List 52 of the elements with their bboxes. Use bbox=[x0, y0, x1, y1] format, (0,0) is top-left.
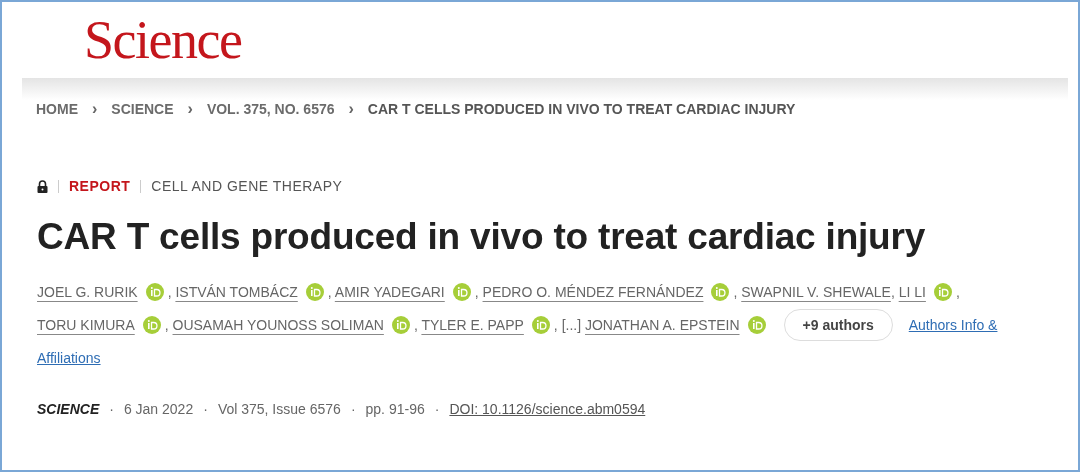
authors-info-link[interactable]: Authors Info & bbox=[908, 317, 998, 333]
comma: , bbox=[167, 284, 173, 300]
comma: , bbox=[164, 317, 170, 333]
article-section[interactable]: CELL AND GENE THERAPY bbox=[151, 178, 343, 194]
article-title: CAR T cells produced in vivo to treat cardiac injury bbox=[37, 216, 927, 258]
meta-text: Vol 375, Issue 6576 bbox=[217, 401, 341, 417]
meta-text: 6 Jan 2022 bbox=[123, 401, 194, 417]
author-link[interactable]: PEDRO O. MÉNDEZ FERNÁNDEZ bbox=[482, 284, 704, 300]
ellipsis-text: [...] bbox=[561, 317, 583, 333]
orcid-icon[interactable] bbox=[531, 316, 550, 334]
comma: , bbox=[474, 284, 480, 300]
author-link[interactable]: LI LI bbox=[898, 284, 926, 300]
authors-info-link[interactable]: Affiliations bbox=[37, 350, 101, 366]
author-link[interactable]: AMIR YADEGARI bbox=[334, 284, 445, 300]
chevron-icon: › bbox=[187, 100, 193, 118]
chevron-icon: › bbox=[92, 100, 98, 118]
separator-dot: · bbox=[434, 401, 440, 417]
orcid-icon[interactable] bbox=[391, 316, 410, 334]
separator-dot: · bbox=[350, 401, 356, 417]
comma: , bbox=[553, 317, 559, 333]
orcid-icon[interactable] bbox=[711, 283, 730, 301]
author-link[interactable]: JOEL G. RURIK bbox=[37, 284, 138, 300]
separator-dot: · bbox=[203, 401, 208, 417]
orcid-icon[interactable] bbox=[452, 283, 471, 301]
comma: , bbox=[413, 317, 419, 333]
breadcrumb-link[interactable]: SCIENCE bbox=[111, 101, 174, 117]
doi-link[interactable]: DOI: 10.1126/science.abm0594 bbox=[449, 401, 646, 417]
logo[interactable]: Science bbox=[84, 13, 242, 67]
breadcrumb-link[interactable]: VOL. 375, NO. 6576 bbox=[206, 101, 335, 117]
orcid-icon[interactable] bbox=[142, 316, 161, 334]
orcid-icon[interactable] bbox=[305, 283, 324, 301]
author-link[interactable]: JONATHAN A. EPSTEIN bbox=[585, 317, 740, 333]
author-link[interactable]: SWAPNIL V. SHEWALE bbox=[741, 284, 891, 300]
orcid-icon[interactable] bbox=[747, 316, 766, 334]
author-link[interactable]: ISTVÁN TOMBÁCZ bbox=[175, 284, 298, 300]
orcid-icon[interactable] bbox=[933, 283, 952, 301]
separator-dot: · bbox=[109, 401, 114, 417]
breadcrumb-link[interactable]: CAR T CELLS PRODUCED IN VIVO TO TREAT CARDIAC INJURY bbox=[367, 101, 796, 117]
article-type[interactable]: REPORT bbox=[69, 178, 131, 194]
author-link[interactable]: OUSAMAH YOUNOSS SOLIMAN bbox=[172, 317, 384, 333]
author-link[interactable]: TYLER E. PAPP bbox=[421, 317, 524, 333]
more-authors-button[interactable]: +9 authors bbox=[783, 309, 893, 341]
comma: , bbox=[955, 284, 960, 300]
comma: , bbox=[327, 284, 333, 300]
comma: , bbox=[890, 284, 896, 300]
meta-text: pp. 91-96 bbox=[365, 401, 425, 417]
chevron-icon: › bbox=[348, 100, 354, 118]
breadcrumb-link[interactable]: HOME bbox=[36, 101, 78, 117]
orcid-icon[interactable] bbox=[145, 283, 164, 301]
author-link[interactable]: TORU KIMURA bbox=[37, 317, 135, 333]
journal-name: SCIENCE bbox=[37, 401, 100, 417]
comma: , bbox=[733, 284, 739, 300]
